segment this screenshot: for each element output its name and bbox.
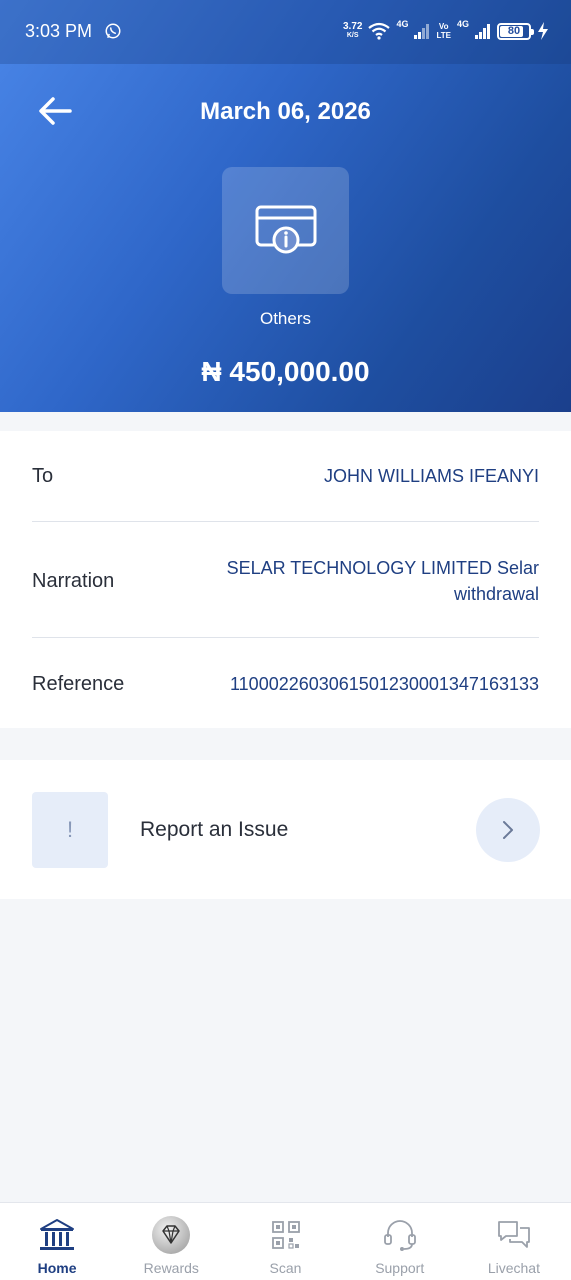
card-info-icon: [255, 205, 316, 253]
signal-icon: [475, 24, 490, 39]
headset-icon: [380, 1215, 420, 1255]
battery-indicator: 80: [497, 22, 534, 40]
bottom-navigation: Home Rewards Scan Support Livechat: [0, 1202, 571, 1280]
category-icon-tile: [222, 167, 349, 294]
volte-indicator: Vo LTE: [436, 22, 451, 40]
wifi-icon: [368, 22, 391, 40]
signal-icon: [414, 24, 430, 39]
report-issue-row[interactable]: ! Report an Issue: [0, 760, 571, 899]
battery-level: 80: [507, 25, 521, 37]
nav-item-home[interactable]: Home: [0, 1203, 114, 1280]
nav-item-scan[interactable]: Scan: [228, 1203, 342, 1280]
network-speed: 3.72 K/S: [342, 21, 363, 40]
exclamation-icon: !: [32, 792, 108, 868]
nav-label: Rewards: [143, 1260, 199, 1276]
charging-icon: [538, 22, 548, 40]
detail-row-narration: Narration SELAR TECHNOLOGY LIMITED Selar…: [32, 553, 539, 609]
transaction-date: March 06, 2026: [200, 98, 371, 125]
detail-label: To: [32, 464, 54, 487]
chevron-right-icon: [503, 821, 513, 839]
qr-code-icon: [266, 1215, 306, 1255]
nav-label: Livechat: [487, 1260, 540, 1276]
chat-icon: [494, 1215, 534, 1255]
nav-label: Scan: [269, 1260, 302, 1276]
reference-value[interactable]: 1100022603061501230001347163133: [230, 671, 539, 697]
diamond-icon: [151, 1215, 191, 1255]
status-bar: 3:03 PM 3.72 K/S 4G Vo LTE 4G 80: [0, 0, 571, 64]
recipient-name: JOHN WILLIAMS IFEANYI: [323, 466, 539, 486]
nav-item-support[interactable]: Support: [343, 1203, 457, 1280]
narration-value: SELAR TECHNOLOGY LIMITED Selar withdrawa…: [226, 558, 539, 604]
transaction-header: 3:03 PM 3.72 K/S 4G Vo LTE 4G 80 March 0…: [0, 0, 571, 412]
status-indicators: 3.72 K/S 4G Vo LTE 4G 80: [343, 18, 549, 44]
detail-label: Narration: [32, 569, 115, 592]
nav-item-rewards[interactable]: Rewards: [114, 1203, 228, 1280]
report-issue-button[interactable]: [476, 798, 540, 862]
bank-icon: [37, 1215, 77, 1255]
transaction-amount: ₦ 450,000.00: [201, 356, 370, 387]
whatsapp-icon: [105, 23, 121, 39]
nav-item-livechat[interactable]: Livechat: [457, 1203, 571, 1280]
detail-row-reference: Reference 110002260306150123000134716313…: [32, 669, 539, 699]
nav-label: Home: [37, 1260, 77, 1276]
detail-row-to: To JOHN WILLIAMS IFEANYI: [32, 461, 539, 491]
status-time: 3:03 PM: [25, 21, 93, 41]
report-issue-label: Report an Issue: [140, 818, 289, 841]
sim2-network-label: 4G: [456, 19, 469, 29]
sim1-network-label: 4G: [396, 19, 409, 29]
category-label: Others: [259, 309, 312, 328]
detail-label: Reference: [32, 672, 125, 695]
divider: [32, 521, 539, 522]
divider: [32, 637, 539, 638]
nav-label: Support: [375, 1260, 425, 1276]
transaction-details-card: To JOHN WILLIAMS IFEANYI Narration SELAR…: [0, 431, 571, 728]
